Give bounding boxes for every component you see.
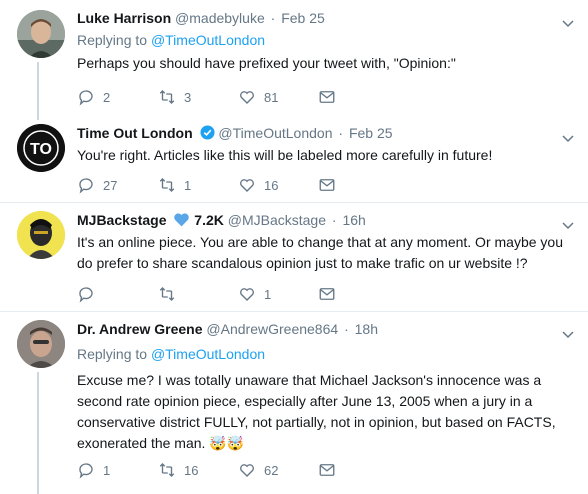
user-name[interactable]: Luke Harrison xyxy=(77,10,171,26)
dm-icon xyxy=(319,288,335,300)
dm-button[interactable] xyxy=(318,87,336,107)
retweet-count: 16 xyxy=(184,462,199,478)
like-button[interactable]: 16 xyxy=(238,175,278,195)
replying-to: Replying to @TimeOutLondon xyxy=(77,32,265,48)
retweet-count: 1 xyxy=(184,177,192,193)
retweet-icon xyxy=(159,287,175,301)
separator-dot: · xyxy=(331,212,337,228)
tweet-header: Luke Harrison @madebyluke · Feb 25 xyxy=(77,10,325,26)
avatar[interactable]: TO xyxy=(17,124,65,172)
retweet-count: 3 xyxy=(184,89,192,105)
tweet-time[interactable]: 18h xyxy=(355,321,378,337)
retweet-button[interactable]: 3 xyxy=(158,87,191,107)
replying-to-link[interactable]: @TimeOutLondon xyxy=(151,32,265,48)
avatar-logo-text: TO xyxy=(30,141,52,158)
retweet-button[interactable]: 1 xyxy=(158,175,191,195)
replying-to: Replying to @TimeOutLondon xyxy=(77,346,265,362)
chevron-down-icon[interactable] xyxy=(560,326,576,342)
replying-prefix: Replying to xyxy=(77,346,148,362)
reply-icon xyxy=(79,90,93,106)
like-icon xyxy=(240,91,254,104)
replying-to-link[interactable]: @TimeOutLondon xyxy=(151,346,265,362)
tweet-text: Perhaps you should have prefixed your tw… xyxy=(77,55,456,71)
heart-icon xyxy=(174,213,190,227)
retweet-button[interactable] xyxy=(158,284,184,304)
reply-count: 1 xyxy=(103,462,111,478)
like-button[interactable]: 81 xyxy=(238,87,278,107)
user-handle[interactable]: @madebyluke xyxy=(175,10,265,26)
reply-button[interactable]: 2 xyxy=(77,87,110,107)
dm-icon xyxy=(319,464,335,476)
replying-prefix: Replying to xyxy=(77,32,148,48)
like-count: 81 xyxy=(264,89,279,105)
tweet-text: Excuse me? I was totally unaware that Mi… xyxy=(77,372,556,451)
tweet-text: It's an online piece. You are able to ch… xyxy=(77,234,563,271)
tweet-time-out-london[interactable]: TO Time Out London @TimeOutLondon · Feb … xyxy=(0,120,588,202)
avatar[interactable] xyxy=(17,10,65,58)
dm-button[interactable] xyxy=(318,460,336,480)
tweet-time[interactable]: Feb 25 xyxy=(281,10,325,26)
like-count: 16 xyxy=(264,177,279,193)
user-name[interactable]: Time Out London xyxy=(77,125,193,141)
tweet-text: You're right. Articles like this will be… xyxy=(77,147,493,163)
tweet-andrew-greene[interactable]: Dr. Andrew Greene @AndrewGreene864 · 18h… xyxy=(0,312,588,494)
reply-icon xyxy=(79,463,93,479)
retweet-button[interactable]: 16 xyxy=(158,460,198,480)
reply-count: 27 xyxy=(103,177,118,193)
reply-count: 2 xyxy=(103,89,111,105)
separator-dot: · xyxy=(270,10,276,26)
reply-button[interactable]: 1 xyxy=(77,460,110,480)
dm-icon xyxy=(319,179,335,191)
tweet-time[interactable]: 16h xyxy=(342,212,365,228)
chevron-down-icon[interactable] xyxy=(560,217,576,233)
tweet-mjbackstage[interactable]: MJBackstage 7.2K @MJBackstage · 16h It's… xyxy=(0,203,588,310)
dm-button[interactable] xyxy=(318,175,336,195)
user-handle[interactable]: @TimeOutLondon xyxy=(218,125,332,141)
user-handle[interactable]: @MJBackstage xyxy=(228,212,326,228)
tweet-header: Dr. Andrew Greene @AndrewGreene864 · 18h xyxy=(77,321,378,337)
avatar[interactable] xyxy=(17,320,65,368)
retweet-icon xyxy=(159,463,175,477)
like-count: 62 xyxy=(264,462,279,478)
thread-line xyxy=(37,372,39,494)
chevron-down-icon[interactable] xyxy=(560,15,576,31)
user-name[interactable]: MJBackstage xyxy=(77,212,167,228)
dm-icon xyxy=(319,91,335,103)
retweet-icon xyxy=(159,90,175,104)
user-name[interactable]: Dr. Andrew Greene xyxy=(77,321,203,337)
badge-count: 7.2K xyxy=(194,212,224,228)
reply-button[interactable]: 27 xyxy=(77,175,117,195)
reply-button[interactable] xyxy=(77,284,103,304)
like-icon xyxy=(240,179,254,192)
tweet-header: MJBackstage 7.2K @MJBackstage · 16h xyxy=(77,212,366,228)
user-handle[interactable]: @AndrewGreene864 xyxy=(206,321,338,337)
retweet-icon xyxy=(159,178,175,192)
chevron-down-icon[interactable] xyxy=(560,130,576,146)
reply-icon xyxy=(79,287,93,303)
avatar[interactable] xyxy=(17,211,65,259)
like-icon xyxy=(240,464,254,477)
like-count: 1 xyxy=(264,286,272,302)
reply-icon xyxy=(79,178,93,194)
verified-icon xyxy=(199,125,215,140)
separator-dot: · xyxy=(338,125,344,141)
like-button[interactable]: 62 xyxy=(238,460,278,480)
dm-button[interactable] xyxy=(318,284,336,304)
tweet-luke-harrison[interactable]: Luke Harrison @madebyluke · Feb 25 Reply… xyxy=(0,0,588,120)
like-button[interactable]: 1 xyxy=(238,284,271,304)
like-icon xyxy=(240,288,254,301)
tweet-time[interactable]: Feb 25 xyxy=(349,125,393,141)
tweet-header: Time Out London @TimeOutLondon · Feb 25 xyxy=(77,125,393,141)
separator-dot: · xyxy=(344,321,349,337)
